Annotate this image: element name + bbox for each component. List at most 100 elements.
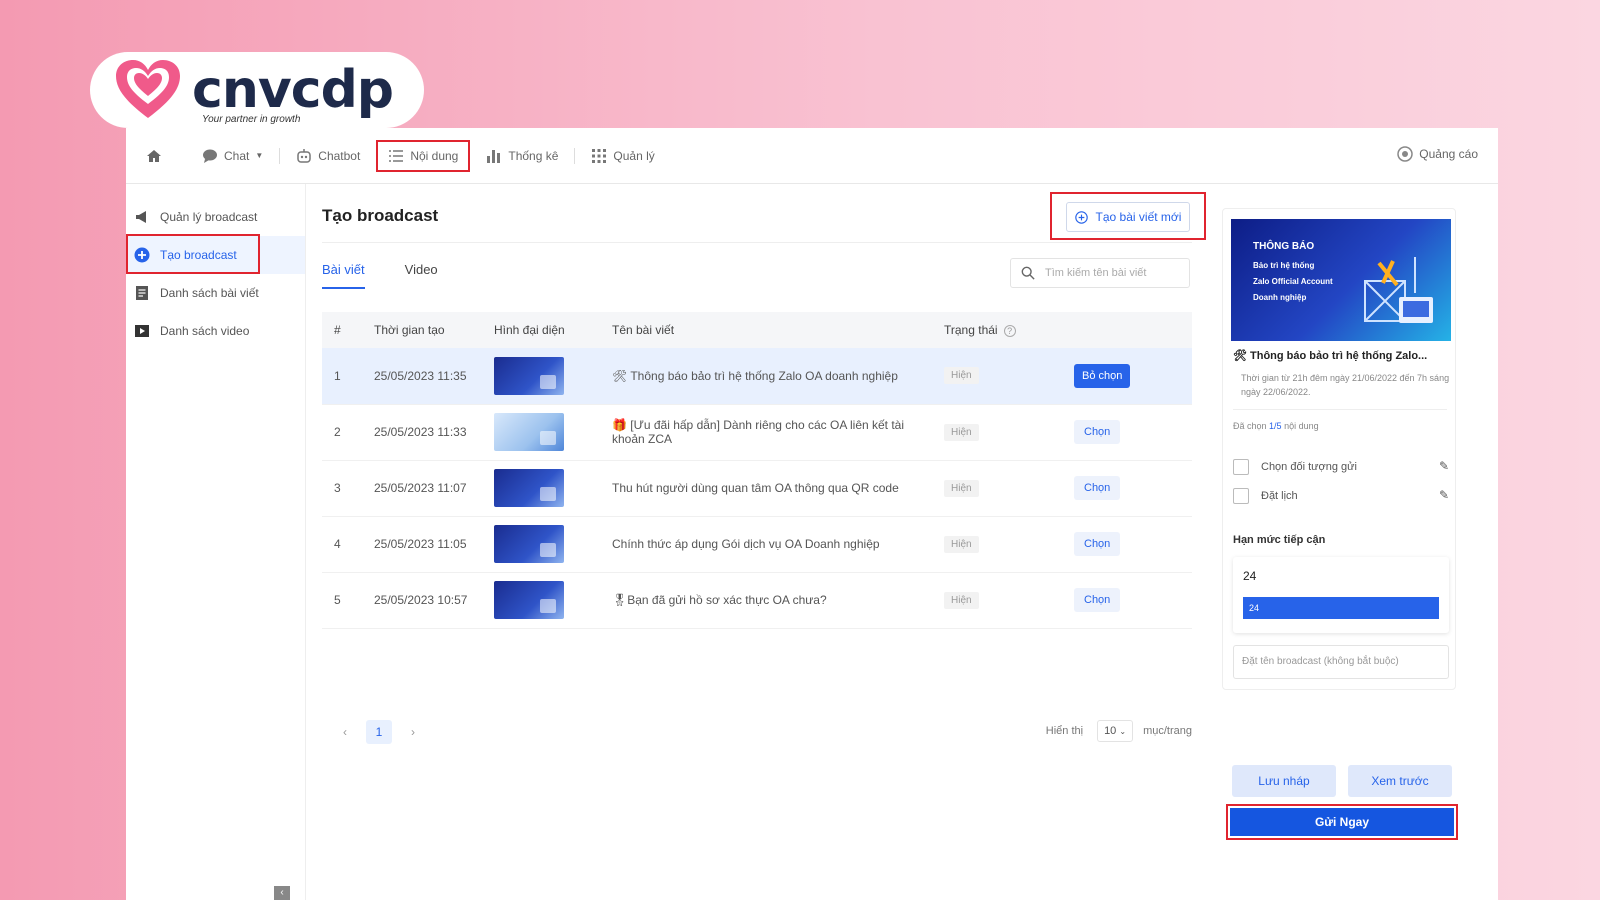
page-number-button[interactable]: 1 xyxy=(366,720,392,744)
row-created: 25/05/2023 11:35 xyxy=(362,348,482,405)
row-status-cell: Hiện xyxy=(932,460,1062,517)
logo-wordmark: cnvcdp xyxy=(192,60,394,120)
table-row[interactable]: 1 25/05/2023 11:35 🛠 Thông báo bảo trì h… xyxy=(322,348,1192,405)
option-target-audience[interactable]: Chọn đối tượng gửi ✎ xyxy=(1233,459,1449,475)
sidebar-item-label: Danh sách video xyxy=(160,324,250,338)
content-tabs: Bài viết Video xyxy=(322,262,478,289)
sidebar-item-manage-broadcast[interactable]: Quản lý broadcast xyxy=(126,198,305,236)
selected-count-value: 1/5 xyxy=(1269,421,1282,431)
per-page-label: Hiển thị xyxy=(1045,725,1084,737)
preview-button[interactable]: Xem trước xyxy=(1348,765,1452,797)
nav-chatbot-label: Chatbot xyxy=(318,148,361,163)
per-page-select[interactable]: 10 ⌄ xyxy=(1097,720,1134,742)
column-header-title: Tên bài viết xyxy=(600,312,932,348)
nav-ads-label: Quảng cáo xyxy=(1419,147,1478,161)
row-action-cell: Bỏ chọn xyxy=(1062,348,1192,405)
nav-management-label: Quản lý xyxy=(613,148,655,163)
nav-chat[interactable]: Chat ▼ xyxy=(192,142,273,170)
sidebar-item-video-list[interactable]: Danh sách video xyxy=(126,312,305,350)
status-badge: Hiện xyxy=(944,367,979,385)
option-schedule[interactable]: Đặt lịch ✎ xyxy=(1233,488,1449,504)
select-button[interactable]: Chọn xyxy=(1074,532,1121,556)
app-window: Chat ▼ Chatbot Nội dung Thống kê Quản lý… xyxy=(126,128,1498,900)
heart-logo-icon xyxy=(116,60,180,118)
broadcast-name-input[interactable]: Đặt tên broadcast (không bắt buộc) xyxy=(1233,645,1449,679)
per-page-unit: mục/trang xyxy=(1143,725,1192,737)
nav-statistics-label: Thống kê xyxy=(508,148,559,163)
edit-icon[interactable]: ✎ xyxy=(1439,488,1449,502)
nav-content-label: Nội dung xyxy=(410,148,459,163)
save-draft-button[interactable]: Lưu nháp xyxy=(1232,765,1336,797)
target-audience-checkbox[interactable] xyxy=(1233,459,1249,475)
prev-page-button[interactable]: ‹ xyxy=(332,720,358,744)
table-row[interactable]: 4 25/05/2023 11:05 Chính thức áp dụng Gó… xyxy=(322,516,1192,573)
top-navigation: Chat ▼ Chatbot Nội dung Thống kê Quản lý… xyxy=(126,128,1498,184)
post-preview-banner: THÔNG BÁO Bảo trì hệ thống Zalo Official… xyxy=(1231,219,1451,341)
row-created: 25/05/2023 11:33 xyxy=(362,404,482,461)
row-index: 4 xyxy=(322,516,362,573)
bar-chart-icon xyxy=(487,149,501,163)
list-icon xyxy=(389,149,404,162)
schedule-checkbox[interactable] xyxy=(1233,488,1249,504)
reach-limit-value: 24 xyxy=(1243,569,1257,583)
create-new-post-label: Tạo bài viết mới xyxy=(1095,210,1182,224)
preview-panel: THÔNG BÁO Bảo trì hệ thống Zalo Official… xyxy=(1222,208,1456,690)
option-label: Đặt lịch xyxy=(1261,490,1298,502)
select-button[interactable]: Chọn xyxy=(1074,476,1121,500)
chevron-down-icon: ⌄ xyxy=(1119,727,1127,736)
column-header-created: Thời gian tạo xyxy=(362,312,482,348)
next-page-button[interactable]: › xyxy=(400,720,426,744)
reach-limit-track: 24 xyxy=(1243,597,1439,619)
row-action-cell: Chọn xyxy=(1062,516,1192,573)
row-title: 🎖Bạn đã gửi hồ sơ xác thực OA chưa? xyxy=(600,572,932,629)
document-icon xyxy=(136,286,148,300)
column-header-action xyxy=(1062,312,1192,348)
row-thumbnail-cell xyxy=(482,572,600,629)
select-button[interactable]: Chọn xyxy=(1074,420,1121,444)
nav-statistics[interactable]: Thống kê xyxy=(476,142,568,170)
sidebar-item-label: Danh sách bài viết xyxy=(160,286,259,300)
table-row[interactable]: 5 25/05/2023 10:57 🎖Bạn đã gửi hồ sơ xác… xyxy=(322,572,1192,629)
logo-tagline: Your partner in growth xyxy=(202,114,301,125)
nav-ads[interactable]: Quảng cáo xyxy=(1397,146,1478,162)
selected-count-prefix: Đã chọn xyxy=(1233,421,1267,431)
tab-videos[interactable]: Video xyxy=(405,262,438,289)
send-now-button[interactable]: Gửi Ngay xyxy=(1230,808,1454,836)
pagination: ‹ 1 › xyxy=(332,720,426,744)
row-title: 🎁 [Ưu đãi hấp dẫn] Dành riêng cho các OA… xyxy=(600,404,932,461)
search-input[interactable]: Tìm kiếm tên bài viết xyxy=(1010,258,1190,288)
reach-limit-label: Hạn mức tiếp cận xyxy=(1233,534,1326,546)
select-button[interactable]: Chọn xyxy=(1074,588,1121,612)
table-row[interactable]: 3 25/05/2023 11:07 Thu hút người dùng qu… xyxy=(322,460,1192,517)
nav-management[interactable]: Quản lý xyxy=(581,142,664,170)
row-title: Chính thức áp dụng Gói dịch vụ OA Doanh … xyxy=(600,516,932,573)
ads-icon xyxy=(1397,146,1414,162)
reach-limit-box: 24 24 xyxy=(1233,557,1449,633)
nav-divider xyxy=(574,147,576,164)
help-icon[interactable]: ? xyxy=(1003,325,1016,337)
column-header-index: # xyxy=(322,312,362,348)
tab-posts[interactable]: Bài viết xyxy=(322,262,365,289)
row-thumbnail-cell xyxy=(482,404,600,461)
create-new-post-button[interactable]: Tạo bài viết mới xyxy=(1066,202,1190,232)
post-thumbnail xyxy=(494,413,564,451)
maintenance-illustration-icon xyxy=(1364,257,1433,323)
row-index: 1 xyxy=(322,348,362,405)
sidebar-item-post-list[interactable]: Danh sách bài viết xyxy=(126,274,305,312)
home-icon[interactable] xyxy=(146,148,162,164)
brand-logo: cnvcdp Your partner in growth xyxy=(90,52,424,128)
row-index: 5 xyxy=(322,572,362,629)
unselect-button[interactable]: Bỏ chọn xyxy=(1074,363,1131,388)
table-row[interactable]: 2 25/05/2023 11:33 🎁 [Ưu đãi hấp dẫn] Dà… xyxy=(322,404,1192,461)
grid-icon xyxy=(592,148,607,163)
nav-chatbot[interactable]: Chatbot xyxy=(286,142,370,170)
nav-content[interactable]: Nội dung xyxy=(376,139,471,172)
reach-limit-bar: 24 xyxy=(1243,597,1439,619)
preview-post-title: 🛠 Thông báo bảo trì hệ thống Zalo... xyxy=(1233,350,1428,362)
megaphone-icon xyxy=(136,211,146,223)
per-page-value: 10 xyxy=(1104,725,1117,737)
sidebar-collapse-button[interactable]: ‹ xyxy=(274,886,290,900)
plus-circle-icon xyxy=(1074,210,1088,224)
edit-icon[interactable]: ✎ xyxy=(1439,459,1449,473)
per-page-control: Hiển thị 10 ⌄ mục/trang xyxy=(1046,720,1192,742)
